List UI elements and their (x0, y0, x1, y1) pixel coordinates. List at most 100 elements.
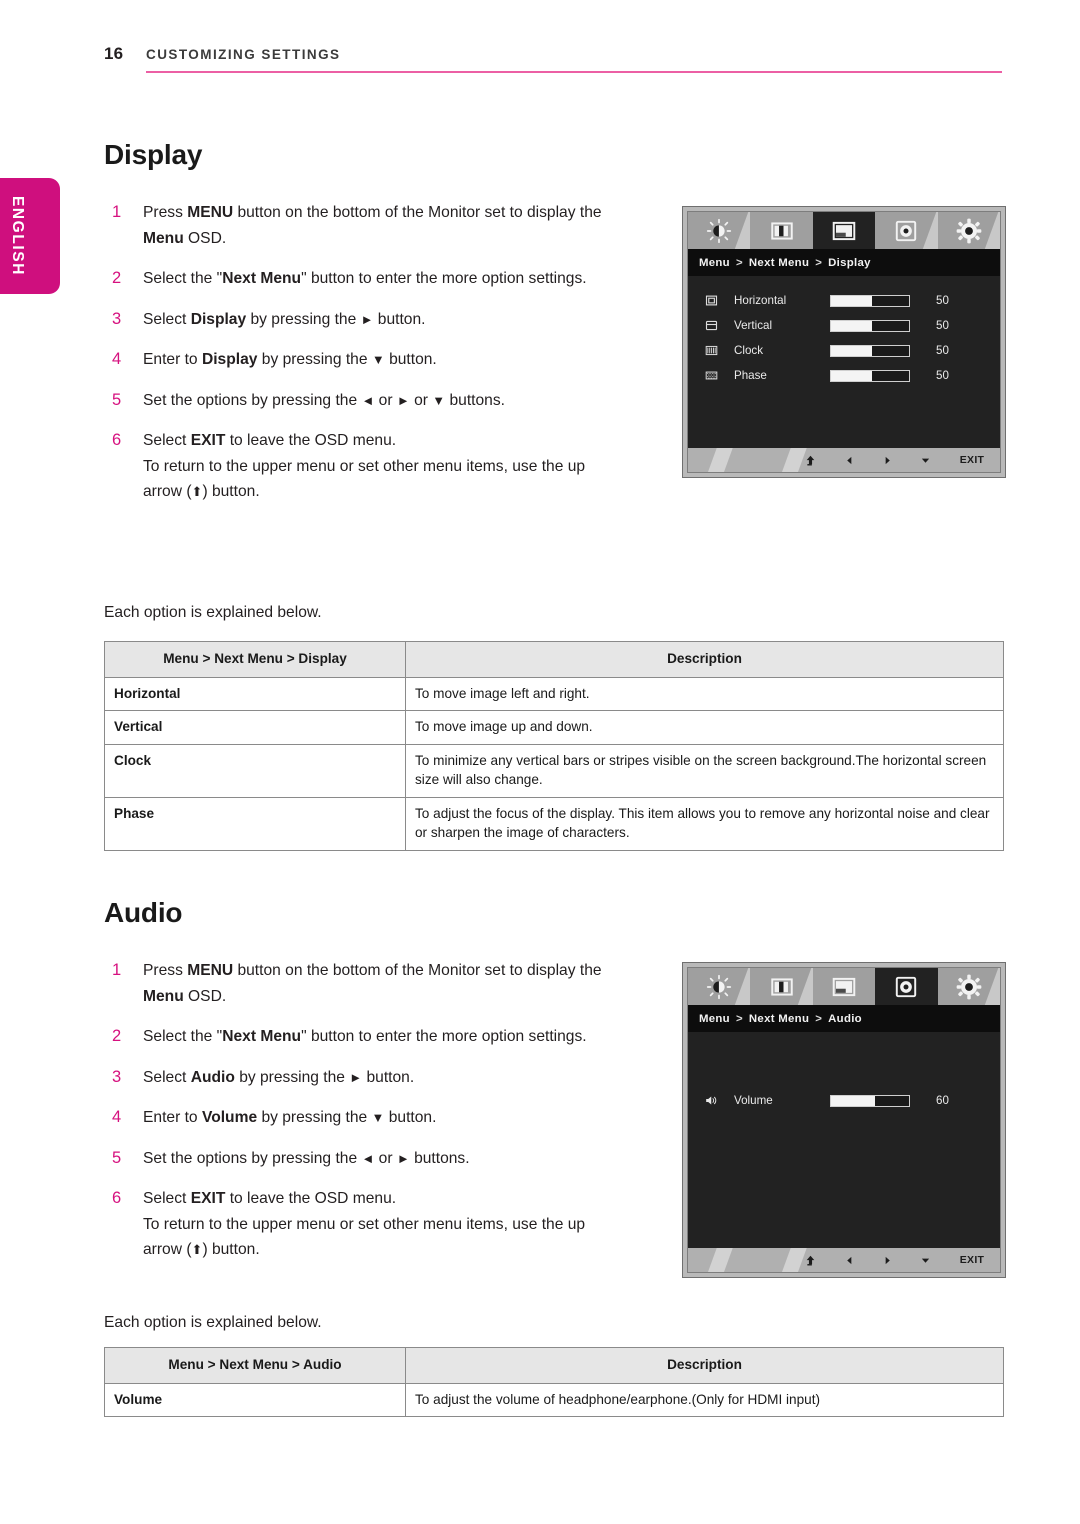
osd-down-arrow-icon[interactable] (906, 455, 944, 466)
osd-slider-fill (831, 345, 872, 356)
step-text: Enter to Volume by pressing the ▼ button… (143, 1109, 437, 1126)
settings-gear-icon (956, 218, 982, 244)
osd-tab-display[interactable] (812, 968, 876, 1005)
option-description-cell: To minimize any vertical bars or stripes… (405, 743, 1004, 798)
osd-breadcrumb: Menu > Next Menu > Display (688, 249, 1000, 276)
step-text: Select Audio by pressing the ► button. (143, 1068, 415, 1086)
osd-down-arrow-icon[interactable] (906, 1255, 944, 1266)
osd-setting-label: Clock (734, 344, 763, 357)
osd-footer-bar[interactable]: EXIT (688, 448, 1000, 472)
table-row: Phase To adjust the focus of the display.… (104, 796, 1004, 851)
step-item: 4 Enter to Volume by pressing the ▼ butto… (104, 1105, 624, 1131)
osd-tab-settings-gear[interactable] (937, 212, 1000, 249)
osd-slider-fill (831, 295, 872, 306)
osd-slider[interactable] (830, 344, 910, 357)
osd-setting-value: 50 (936, 369, 949, 382)
osd-tab-brightness[interactable] (688, 212, 769, 249)
step-item: 6 Select EXIT to leave the OSD menu. To re… (104, 1186, 624, 1263)
osd-slider-fill (831, 1095, 875, 1106)
step-number: 2 (112, 1027, 122, 1045)
step-item: 1 Press MENU button on the bottom of the … (104, 200, 624, 251)
osd-setting-label: Volume (734, 1094, 773, 1107)
osd-tab-bar[interactable] (688, 212, 1000, 249)
step-list-audio: 1 Press MENU button on the bottom of the … (104, 958, 624, 1263)
breadcrumb-separator: > (735, 256, 743, 269)
osd-left-arrow-icon[interactable] (830, 1255, 868, 1266)
options-table-display: Menu > Next Menu > Display Description Hor… (104, 641, 1004, 851)
osd-setting-value: 60 (936, 1094, 949, 1107)
table-row: Volume To adjust the volume of headphone/… (104, 1382, 1004, 1417)
osd-tab-display[interactable] (812, 212, 876, 249)
option-description-cell: To move image up and down. (405, 710, 1004, 745)
table-row: Vertical To move image up and down. (104, 710, 1004, 745)
footer-divider (705, 448, 735, 472)
osd-setting-row[interactable]: Horizontal 50 (688, 288, 1000, 313)
osd-slider[interactable] (830, 294, 910, 307)
step-number: 1 (112, 203, 122, 221)
osd-tab-audio-disc[interactable] (875, 212, 956, 249)
osd-slider[interactable] (830, 1094, 910, 1107)
column-header-description: Description (405, 641, 1004, 678)
step-number: 4 (112, 1108, 122, 1126)
step-item: 2 Select the "Next Menu" button to enter … (104, 1024, 624, 1050)
osd-setting-value: 50 (936, 319, 949, 332)
explain-text-audio: Each option is explained below. (104, 1314, 322, 1331)
display-icon (831, 218, 857, 244)
osd-tab-audio-disc[interactable] (875, 968, 938, 1005)
step-item: 3 Select Audio by pressing the ► button. (104, 1065, 624, 1091)
tab-divider (982, 212, 1000, 249)
osd-setting-row[interactable]: Clock 50 (688, 338, 1000, 363)
option-name-cell: Phase (104, 796, 406, 851)
option-name-cell: Horizontal (104, 676, 406, 711)
osd-setting-row[interactable]: Vertical 50 (688, 313, 1000, 338)
osd-tab-contrast[interactable] (750, 212, 813, 249)
option-description-cell: To adjust the volume of headphone/earpho… (405, 1382, 1004, 1417)
osd-slider[interactable] (830, 369, 910, 382)
breadcrumb-separator: > (815, 1012, 823, 1025)
osd-exit-button[interactable]: EXIT (944, 454, 1000, 466)
step-number: 4 (112, 350, 122, 368)
osd-tab-brightness[interactable] (688, 968, 769, 1005)
osd-slider[interactable] (830, 319, 910, 332)
step-item: 1 Press MENU button on the bottom of the … (104, 958, 624, 1009)
step-item: 5 Set the options by pressing the ◄ or ► … (104, 1146, 624, 1172)
display-icon (831, 974, 857, 1000)
osd-footer-bar[interactable]: EXIT (688, 1248, 1000, 1272)
options-table-audio: Menu > Next Menu > Audio Description Volum… (104, 1347, 1004, 1417)
osd-exit-button[interactable]: EXIT (944, 1254, 1000, 1266)
option-description-cell: To move image left and right. (405, 676, 1004, 711)
osd-tab-bar[interactable] (688, 968, 1000, 1005)
vertical-position-icon (688, 318, 734, 333)
step-number: 3 (112, 309, 122, 328)
breadcrumb-segment: Menu (699, 256, 730, 269)
tab-divider (982, 968, 1000, 1005)
breadcrumb-separator: > (735, 1012, 743, 1025)
osd-up-arrow-icon[interactable] (790, 1254, 830, 1267)
step-text: Enter to Display by pressing the ▼ butto… (143, 351, 437, 368)
osd-tab-contrast[interactable] (750, 968, 831, 1005)
horizontal-position-icon (688, 293, 734, 308)
step-text: Set the options by pressing the ◄ or ► o… (143, 391, 505, 409)
explain-text-display: Each option is explained below. (104, 604, 322, 621)
osd-left-arrow-icon[interactable] (830, 455, 868, 466)
osd-up-arrow-icon[interactable] (790, 454, 830, 467)
step-text: Select Display by pressing the ► button. (143, 310, 426, 328)
osd-setting-row[interactable]: Phase 50 (688, 363, 1000, 388)
step-number: 2 (112, 269, 122, 287)
footer-divider (705, 1248, 735, 1272)
osd-setting-row[interactable]: Volume 60 (688, 1088, 1000, 1113)
step-item: 6 Select EXIT to leave the OSD menu. To re… (104, 428, 624, 505)
osd-tab-settings-gear[interactable] (937, 968, 1000, 1005)
osd-setting-value: 50 (936, 294, 949, 307)
step-item: 4 Enter to Display by pressing the ▼ butt… (104, 347, 624, 373)
osd-right-arrow-icon[interactable] (868, 1255, 906, 1266)
contrast-icon (769, 974, 795, 1000)
step-text: Set the options by pressing the ◄ or ► b… (143, 1149, 470, 1167)
osd-slider-fill (831, 370, 872, 381)
breadcrumb-segment: Next Menu (748, 256, 810, 269)
speaker-icon (688, 1093, 734, 1108)
option-name-cell: Vertical (104, 710, 406, 745)
osd-right-arrow-icon[interactable] (868, 455, 906, 466)
option-description-cell: To adjust the focus of the display. This… (405, 796, 1004, 851)
step-text: Select the "Next Menu" button to enter t… (143, 1028, 587, 1045)
